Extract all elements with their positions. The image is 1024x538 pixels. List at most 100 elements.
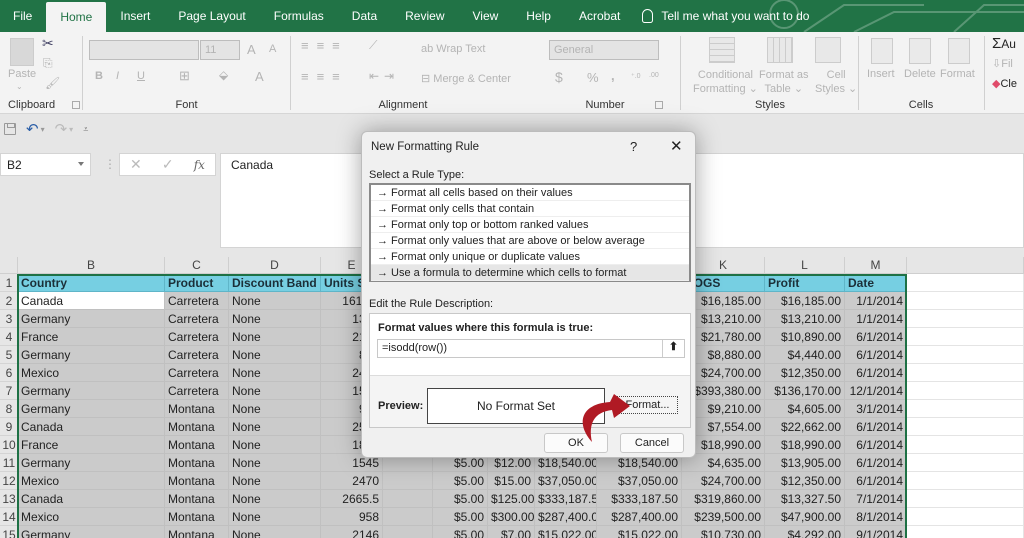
table-cell[interactable]: Montana bbox=[165, 472, 229, 490]
font-name-select[interactable] bbox=[89, 40, 199, 60]
table-cell[interactable]: None bbox=[229, 472, 321, 490]
insert-function-button[interactable]: fx bbox=[194, 158, 205, 172]
paste-button[interactable]: Paste bbox=[8, 68, 36, 80]
table-cell[interactable]: 1/1/2014 bbox=[845, 292, 907, 310]
rule-type-item[interactable]: → Format all cells based on their values bbox=[371, 185, 689, 201]
table-cell[interactable]: None bbox=[229, 328, 321, 346]
help-button[interactable]: ? bbox=[630, 139, 637, 154]
table-cell[interactable]: $37,050.00 bbox=[597, 472, 682, 490]
select-all-corner[interactable] bbox=[0, 257, 18, 274]
table-cell[interactable]: 6/1/2014 bbox=[845, 454, 907, 472]
column-header-d[interactable]: D bbox=[229, 257, 321, 274]
active-cell[interactable]: Canada bbox=[18, 292, 165, 310]
table-cell[interactable]: $4,440.00 bbox=[765, 346, 845, 364]
column-header-n[interactable] bbox=[907, 257, 1024, 274]
table-cell[interactable]: $10,730.00 bbox=[682, 526, 765, 538]
table-cell[interactable]: Germany bbox=[18, 454, 165, 472]
table-cell[interactable]: 958 bbox=[321, 508, 383, 526]
rule-type-item[interactable]: → Format only cells that contain bbox=[371, 201, 689, 217]
underline-button[interactable]: U bbox=[137, 70, 145, 82]
empty-cell[interactable] bbox=[907, 472, 1024, 490]
table-cell[interactable]: Montana bbox=[165, 490, 229, 508]
formula-bar-grip-icon[interactable]: ⋮ bbox=[104, 157, 116, 171]
row-header[interactable]: 8 bbox=[0, 400, 18, 418]
empty-cell[interactable] bbox=[907, 382, 1024, 400]
table-cell[interactable]: Montana bbox=[165, 454, 229, 472]
tab-formulas[interactable]: Formulas bbox=[260, 0, 338, 32]
rule-type-item[interactable]: → Format only values that are above or b… bbox=[371, 233, 689, 249]
copy-icon[interactable]: ⎘ bbox=[43, 56, 53, 71]
tab-home[interactable]: Home bbox=[46, 2, 107, 32]
number-launcher-icon[interactable] bbox=[655, 101, 663, 109]
table-cell[interactable]: 6/1/2014 bbox=[845, 418, 907, 436]
clipboard-launcher-icon[interactable] bbox=[72, 101, 80, 109]
shrink-font-button[interactable]: A bbox=[269, 43, 276, 55]
header-cell[interactable]: Date bbox=[845, 274, 907, 292]
row-header[interactable]: 7 bbox=[0, 382, 18, 400]
conditional-formatting-button[interactable]: Conditional Formatting ⌄ bbox=[693, 68, 758, 96]
table-cell[interactable]: $287,400.00 bbox=[535, 508, 597, 526]
table-cell[interactable] bbox=[383, 490, 433, 508]
row-header[interactable]: 3 bbox=[0, 310, 18, 328]
table-cell[interactable]: Montana bbox=[165, 508, 229, 526]
table-cell[interactable]: 1/1/2014 bbox=[845, 310, 907, 328]
table-cell[interactable]: $4,605.00 bbox=[765, 400, 845, 418]
table-cell[interactable]: $24,700.00 bbox=[682, 472, 765, 490]
format-button[interactable]: Format bbox=[940, 68, 975, 80]
close-button[interactable]: ✕ bbox=[670, 137, 683, 155]
rule-type-item[interactable]: → Format only top or bottom ranked value… bbox=[371, 217, 689, 233]
table-cell[interactable]: Carretera bbox=[165, 328, 229, 346]
table-cell[interactable] bbox=[383, 526, 433, 538]
column-header-b[interactable]: B bbox=[18, 257, 165, 274]
table-cell[interactable]: Canada bbox=[18, 490, 165, 508]
table-cell[interactable] bbox=[383, 508, 433, 526]
autosum-button[interactable]: ΣAu bbox=[992, 35, 1016, 52]
table-cell[interactable]: France bbox=[18, 328, 165, 346]
table-cell[interactable]: None bbox=[229, 292, 321, 310]
redo-icon[interactable]: ↷ bbox=[55, 120, 68, 138]
table-cell[interactable]: Montana bbox=[165, 400, 229, 418]
table-cell[interactable]: $5.00 bbox=[433, 490, 488, 508]
table-cell[interactable]: None bbox=[229, 310, 321, 328]
empty-cell[interactable] bbox=[907, 436, 1024, 454]
undo-icon[interactable]: ↶ bbox=[26, 120, 39, 138]
table-cell[interactable]: Montana bbox=[165, 436, 229, 454]
table-cell[interactable]: $12,350.00 bbox=[765, 472, 845, 490]
table-cell[interactable]: Canada bbox=[18, 418, 165, 436]
table-cell[interactable]: $125.00 bbox=[488, 490, 535, 508]
horizontal-align-icons[interactable]: ≡≡≡ bbox=[301, 69, 348, 84]
tab-file[interactable]: File bbox=[0, 0, 46, 32]
confirm-entry-button[interactable]: ✓ bbox=[162, 156, 174, 173]
row-header[interactable]: 5 bbox=[0, 346, 18, 364]
undo-dropdown-icon[interactable]: ▾ bbox=[41, 125, 45, 134]
table-cell[interactable]: $10,890.00 bbox=[765, 328, 845, 346]
table-cell[interactable] bbox=[383, 472, 433, 490]
table-cell[interactable]: $4,635.00 bbox=[682, 454, 765, 472]
table-cell[interactable]: Germany bbox=[18, 526, 165, 538]
merge-center-button[interactable]: ⊟ Merge & Center bbox=[421, 72, 511, 85]
table-cell[interactable]: 7/1/2014 bbox=[845, 490, 907, 508]
empty-cell[interactable] bbox=[907, 346, 1024, 364]
table-cell[interactable]: Carretera bbox=[165, 382, 229, 400]
collapse-dialog-icon[interactable]: ⬆ bbox=[662, 340, 684, 357]
empty-cell[interactable] bbox=[907, 490, 1024, 508]
table-cell[interactable]: 9/1/2014 bbox=[845, 526, 907, 538]
decrease-decimal-button[interactable]: .00 bbox=[649, 72, 659, 79]
empty-cell[interactable] bbox=[907, 418, 1024, 436]
table-cell[interactable]: Carretera bbox=[165, 292, 229, 310]
font-color-button[interactable]: A bbox=[255, 69, 264, 84]
row-header[interactable]: 9 bbox=[0, 418, 18, 436]
paste-dropdown-icon[interactable]: ⌄ bbox=[16, 82, 23, 91]
table-cell[interactable]: $15,022.00 bbox=[597, 526, 682, 538]
table-cell[interactable]: Carretera bbox=[165, 364, 229, 382]
row-header[interactable]: 14 bbox=[0, 508, 18, 526]
empty-cell[interactable] bbox=[907, 454, 1024, 472]
column-header-c[interactable]: C bbox=[165, 257, 229, 274]
table-cell[interactable]: Carretera bbox=[165, 346, 229, 364]
empty-cell[interactable] bbox=[907, 310, 1024, 328]
table-cell[interactable]: None bbox=[229, 400, 321, 418]
tell-me-search[interactable]: Tell me what you want to do bbox=[634, 9, 809, 23]
table-cell[interactable]: None bbox=[229, 364, 321, 382]
table-cell[interactable]: 6/1/2014 bbox=[845, 436, 907, 454]
table-cell[interactable]: $13,327.50 bbox=[765, 490, 845, 508]
